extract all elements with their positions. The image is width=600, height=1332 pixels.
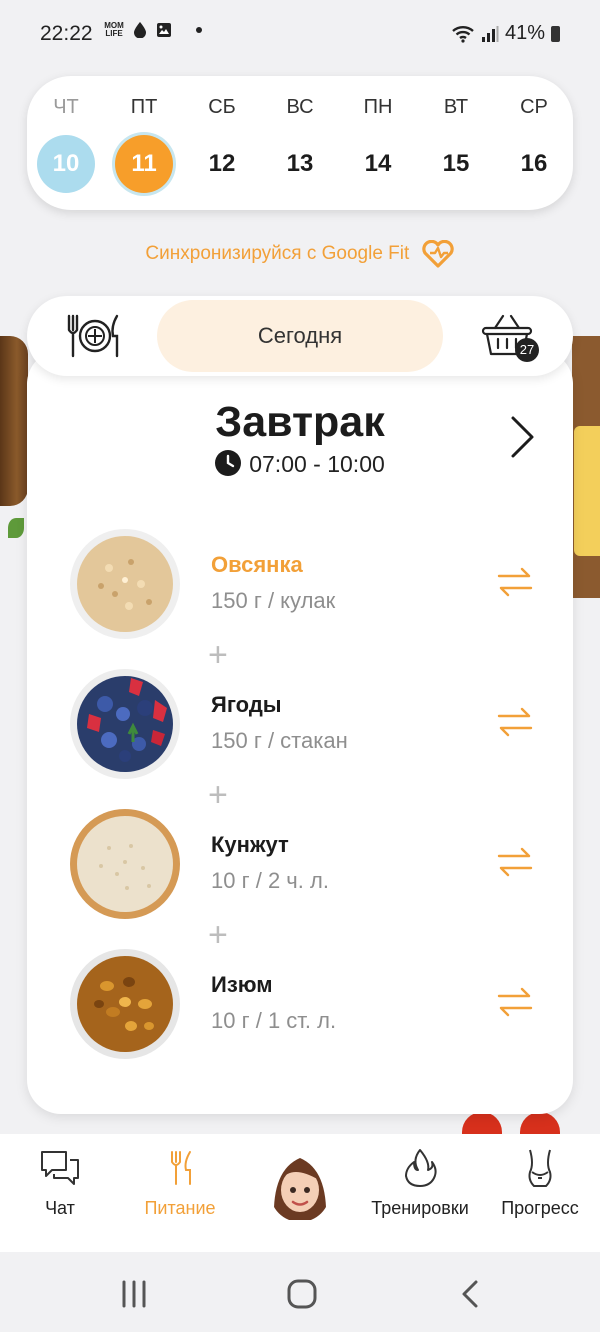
clock-icon — [215, 450, 242, 476]
nav-nutrition[interactable]: Питание — [120, 1134, 240, 1252]
food-amount: 10 г / 1 ст. л. — [211, 1008, 337, 1033]
swap-arrows-icon[interactable] — [497, 566, 533, 598]
background-leaf — [8, 518, 24, 538]
today-button[interactable]: Сегодня — [157, 300, 443, 372]
food-amount: 10 г / 2 ч. л. — [211, 868, 329, 893]
fork-knife-icon — [171, 1151, 191, 1185]
calendar-day[interactable]: ВТ 15 — [417, 76, 495, 210]
day-number: 10 — [37, 135, 95, 193]
sync-label: Синхронизируйся с Google Fit — [145, 243, 410, 264]
nav-label: Прогресс — [501, 1198, 579, 1218]
more-notifications-dot — [196, 27, 202, 33]
day-number: 16 — [520, 150, 548, 177]
food-amount: 150 г / кулак — [211, 588, 336, 613]
water-drop-icon — [134, 22, 146, 38]
chat-icon — [41, 1151, 79, 1185]
system-navigation-bar — [0, 1252, 600, 1332]
calendar-day-selected[interactable]: ПТ 11 — [105, 76, 183, 210]
oatmeal-image — [70, 529, 180, 639]
food-item[interactable]: Кунжут 10 г / 2 ч. л. — [69, 808, 549, 920]
food-item[interactable]: Изюм 10 г / 1 ст. л. — [69, 948, 549, 1060]
basket-count-badge: 27 — [515, 338, 539, 362]
day-of-week: ВС — [286, 96, 314, 118]
shopping-basket-button[interactable]: 27 — [481, 314, 541, 364]
day-number: 12 — [208, 150, 236, 177]
sesame-image — [70, 809, 180, 919]
week-calendar: ЧТ 10 ПТ 11 СБ 12 ВС 13 ПН 14 ВТ 15 СР 1… — [27, 76, 573, 210]
meal-time: 07:00 - 10:00 — [27, 450, 573, 478]
avatar[interactable] — [270, 1150, 330, 1222]
day-of-week: ВТ — [443, 96, 469, 118]
swap-arrows-icon[interactable] — [497, 846, 533, 878]
day-of-week: СР — [520, 96, 548, 118]
nav-progress[interactable]: Прогресс — [480, 1134, 600, 1252]
raisins-image — [70, 949, 180, 1059]
food-name: Изюм — [211, 972, 273, 997]
food-name: Ягоды — [211, 692, 282, 717]
day-number: 11 — [115, 135, 173, 193]
calendar-day[interactable]: СБ 12 — [183, 76, 261, 210]
day-of-week: ЧТ — [53, 96, 79, 118]
calendar-day[interactable]: ПН 14 — [339, 76, 417, 210]
food-item[interactable]: Овсянка 150 г / кулак — [69, 528, 549, 640]
food-name: Кунжут — [211, 832, 289, 857]
calendar-day[interactable]: ЧТ 10 — [27, 76, 105, 210]
status-time: 22:22 — [40, 22, 93, 45]
status-bar: 22:22 MOM LIFE 41% — [0, 0, 600, 66]
meal-title: Завтрак — [215, 398, 385, 446]
day-number: 15 — [442, 150, 470, 177]
day-number: 13 — [286, 150, 314, 177]
plate-cutlery-icon[interactable] — [65, 312, 121, 360]
next-meal-chevron-icon[interactable] — [507, 414, 537, 460]
swap-arrows-icon[interactable] — [497, 986, 533, 1018]
calendar-day[interactable]: СР 16 — [495, 76, 573, 210]
recent-apps-icon[interactable] — [114, 1274, 154, 1314]
berries-image — [70, 669, 180, 779]
nav-label: Чат — [45, 1198, 75, 1218]
home-icon[interactable] — [282, 1274, 322, 1314]
day-of-week: ПН — [363, 96, 393, 118]
background-tomato — [462, 1112, 502, 1134]
status-right: 41% — [451, 22, 560, 45]
day-of-week: ПТ — [130, 96, 158, 118]
meal-time-range: 07:00 - 10:00 — [249, 451, 385, 477]
nav-workouts[interactable]: Тренировки — [360, 1134, 480, 1252]
meal-toolbar: Сегодня 27 — [27, 296, 573, 376]
image-icon — [157, 23, 171, 37]
nav-chat[interactable]: Чат — [0, 1134, 120, 1252]
flame-icon — [405, 1149, 437, 1187]
wifi-icon — [452, 25, 474, 43]
day-of-week: СБ — [208, 96, 236, 118]
battery-percent: 41% — [504, 22, 545, 44]
heart-icon — [421, 239, 454, 268]
back-icon[interactable] — [450, 1274, 490, 1314]
background-tomato — [520, 1112, 560, 1134]
notification-icons: MOM LIFE — [104, 22, 202, 38]
app-notification-logo: MOM LIFE — [104, 21, 124, 38]
food-amount: 150 г / стакан — [211, 728, 348, 753]
nav-label: Питание — [144, 1198, 216, 1218]
body-silhouette-icon — [528, 1149, 552, 1187]
calendar-day[interactable]: ВС 13 — [261, 76, 339, 210]
food-name: Овсянка — [211, 552, 303, 577]
swap-arrows-icon[interactable] — [497, 706, 533, 738]
day-number: 14 — [364, 150, 392, 177]
nav-label: Тренировки — [371, 1198, 469, 1218]
signal-icon — [481, 25, 499, 42]
plus-separator: + — [208, 776, 228, 814]
food-item[interactable]: Ягоды 150 г / стакан — [69, 668, 549, 780]
battery-icon — [551, 25, 560, 42]
plus-separator: + — [208, 916, 228, 954]
meal-card: Завтрак 07:00 - 10:00 Овсянка 150 г / ку… — [27, 350, 573, 1114]
plus-separator: + — [208, 636, 228, 674]
google-fit-sync-link[interactable]: Синхронизируйся с Google Fit — [0, 239, 600, 268]
background-spice-jar — [0, 336, 28, 506]
background-cheese — [574, 426, 600, 556]
